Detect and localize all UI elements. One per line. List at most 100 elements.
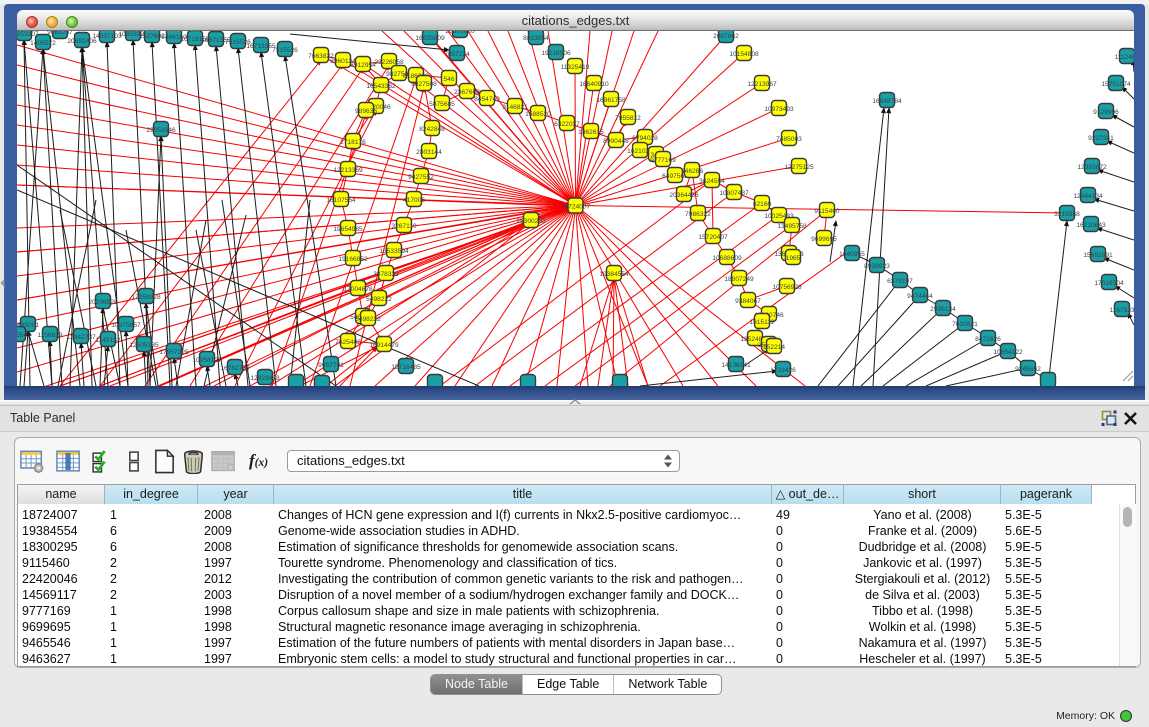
svg-text:3915549: 3915549 — [17, 332, 31, 339]
svg-text:20876620: 20876620 — [445, 31, 475, 35]
svg-text:11325419: 11325419 — [561, 64, 590, 71]
svg-text:1965: 1965 — [786, 255, 801, 262]
svg-text:10756928: 10756928 — [772, 284, 802, 291]
svg-text:7857224: 7857224 — [444, 51, 470, 58]
svg-text:12275125: 12275125 — [784, 164, 814, 171]
svg-text:6322037: 6322037 — [554, 121, 580, 128]
svg-text:1145132: 1145132 — [95, 337, 121, 344]
svg-text:16648784: 16648784 — [872, 98, 902, 105]
svg-text:17957225: 17957225 — [159, 349, 189, 356]
svg-text:16782759: 16782759 — [220, 365, 250, 372]
svg-text:6379197: 6379197 — [887, 278, 913, 285]
svg-text:1405572: 1405572 — [30, 40, 56, 47]
svg-text:8912954: 8912954 — [350, 62, 376, 69]
svg-text:13495758: 13495758 — [777, 223, 807, 230]
svg-text:16961758: 16961758 — [596, 97, 626, 104]
svg-text:10154808: 10154808 — [729, 51, 759, 58]
svg-text:9777169: 9777169 — [650, 157, 676, 164]
svg-text:9129996: 9129996 — [1093, 109, 1119, 116]
svg-text:12444134: 12444134 — [1073, 193, 1103, 200]
svg-text:1588520: 1588520 — [525, 111, 551, 118]
svg-text:9699695: 9699695 — [811, 236, 837, 243]
svg-text:16210643: 16210643 — [1076, 222, 1106, 229]
svg-text:2367608: 2367608 — [454, 89, 480, 96]
svg-text:15692991: 15692991 — [1083, 252, 1113, 259]
svg-text:1112463: 1112463 — [1115, 54, 1134, 61]
svg-text:12923468: 12923468 — [250, 375, 280, 382]
svg-text:8454749: 8454749 — [474, 96, 500, 103]
svg-text:2087662: 2087662 — [713, 33, 739, 40]
svg-text:1615112: 1615112 — [749, 319, 775, 326]
svg-text:9227341: 9227341 — [1088, 135, 1114, 142]
svg-text:19654985: 19654985 — [333, 226, 363, 233]
svg-text:6794028: 6794028 — [632, 135, 658, 142]
svg-text:9245652: 9245652 — [1015, 366, 1041, 373]
svg-text:16914479: 16914479 — [369, 342, 399, 349]
svg-text:12505135: 12505135 — [129, 342, 159, 349]
svg-text:10975857: 10975857 — [111, 322, 141, 329]
svg-text:10973493: 10973493 — [764, 106, 794, 113]
svg-text:19384554: 19384554 — [599, 271, 629, 278]
svg-text:10688609: 10688609 — [712, 255, 742, 262]
svg-text:9427552: 9427552 — [408, 174, 434, 181]
svg-text:14136141: 14136141 — [721, 362, 751, 369]
svg-text:16543362: 16543362 — [366, 83, 396, 90]
svg-text:989636: 989636 — [355, 108, 377, 115]
svg-text:12093872: 12093872 — [1077, 164, 1107, 171]
svg-text:252214: 252214 — [763, 344, 785, 351]
svg-text:9146821: 9146821 — [502, 104, 528, 111]
svg-text:1733426: 1733426 — [770, 367, 796, 374]
svg-text:7515526: 7515526 — [272, 47, 298, 54]
svg-text:19166852: 19166852 — [338, 256, 368, 263]
svg-text:18724007: 18724007 — [561, 204, 591, 211]
svg-text:7632621: 7632621 — [952, 321, 978, 328]
svg-text:7955812: 7955812 — [615, 115, 641, 122]
svg-text:62160: 62160 — [753, 201, 772, 208]
svg-text:17004678: 17004678 — [343, 286, 373, 293]
svg-text:16033809: 16033809 — [415, 35, 445, 42]
svg-text:5498222: 5498222 — [355, 316, 381, 323]
svg-text:10654122: 10654122 — [993, 349, 1023, 356]
svg-text:15720407: 15720407 — [698, 234, 728, 241]
svg-text:12942737: 12942737 — [66, 334, 96, 341]
svg-text:3267110: 3267110 — [391, 223, 417, 230]
svg-text:2935134: 2935134 — [930, 306, 956, 313]
svg-text:1167533: 1167533 — [1109, 307, 1134, 314]
svg-text:9384067: 9384067 — [735, 298, 761, 305]
svg-text:9063257: 9063257 — [47, 31, 73, 36]
svg-text:3215958: 3215958 — [1054, 211, 1080, 218]
svg-text:8813054: 8813054 — [523, 35, 549, 42]
svg-text:8471626: 8471626 — [975, 336, 1001, 343]
svg-text:15751074: 15751074 — [1101, 81, 1131, 88]
svg-text:12213369: 12213369 — [333, 167, 363, 174]
svg-text:12213967: 12213967 — [747, 81, 777, 88]
svg-text:10807487: 10807487 — [719, 190, 749, 197]
svg-text:8938923: 8938923 — [864, 263, 890, 270]
svg-text:2718176: 2718176 — [340, 139, 366, 146]
svg-text:5498222: 5498222 — [366, 296, 392, 303]
svg-text:1362615: 1362615 — [578, 129, 604, 136]
svg-text:7485003: 7485003 — [776, 136, 802, 143]
svg-text:20364436: 20364436 — [669, 192, 699, 199]
svg-text:5875685: 5875685 — [429, 101, 455, 108]
svg-text:19218506: 19218506 — [541, 50, 571, 57]
svg-text:7986322: 7986322 — [685, 211, 711, 218]
svg-text:16640910: 16640910 — [579, 81, 609, 88]
svg-text:2803144: 2803144 — [416, 149, 442, 156]
svg-text:29053346: 29053346 — [146, 127, 176, 134]
svg-text:18807249: 18807249 — [724, 276, 754, 283]
svg-text:8990448: 8990448 — [603, 138, 629, 145]
svg-text:9827508: 9827508 — [411, 81, 437, 88]
svg-text:417006: 417006 — [403, 197, 425, 204]
svg-text:17016504: 17016504 — [1094, 280, 1124, 287]
svg-text:746266: 746266 — [681, 168, 703, 175]
svg-text:15716485: 15716485 — [391, 364, 421, 371]
svg-text:3624554: 3624554 — [699, 178, 725, 185]
svg-text:1156829: 1156829 — [37, 332, 63, 339]
svg-text:16107554: 16107554 — [326, 197, 356, 204]
svg-text:3878332: 3878332 — [373, 271, 399, 278]
svg-text:8242848: 8242848 — [419, 126, 445, 133]
svg-text:17359928: 17359928 — [131, 294, 161, 301]
svg-text:13533594: 13533594 — [379, 248, 409, 255]
svg-text:9474444: 9474444 — [907, 293, 933, 300]
